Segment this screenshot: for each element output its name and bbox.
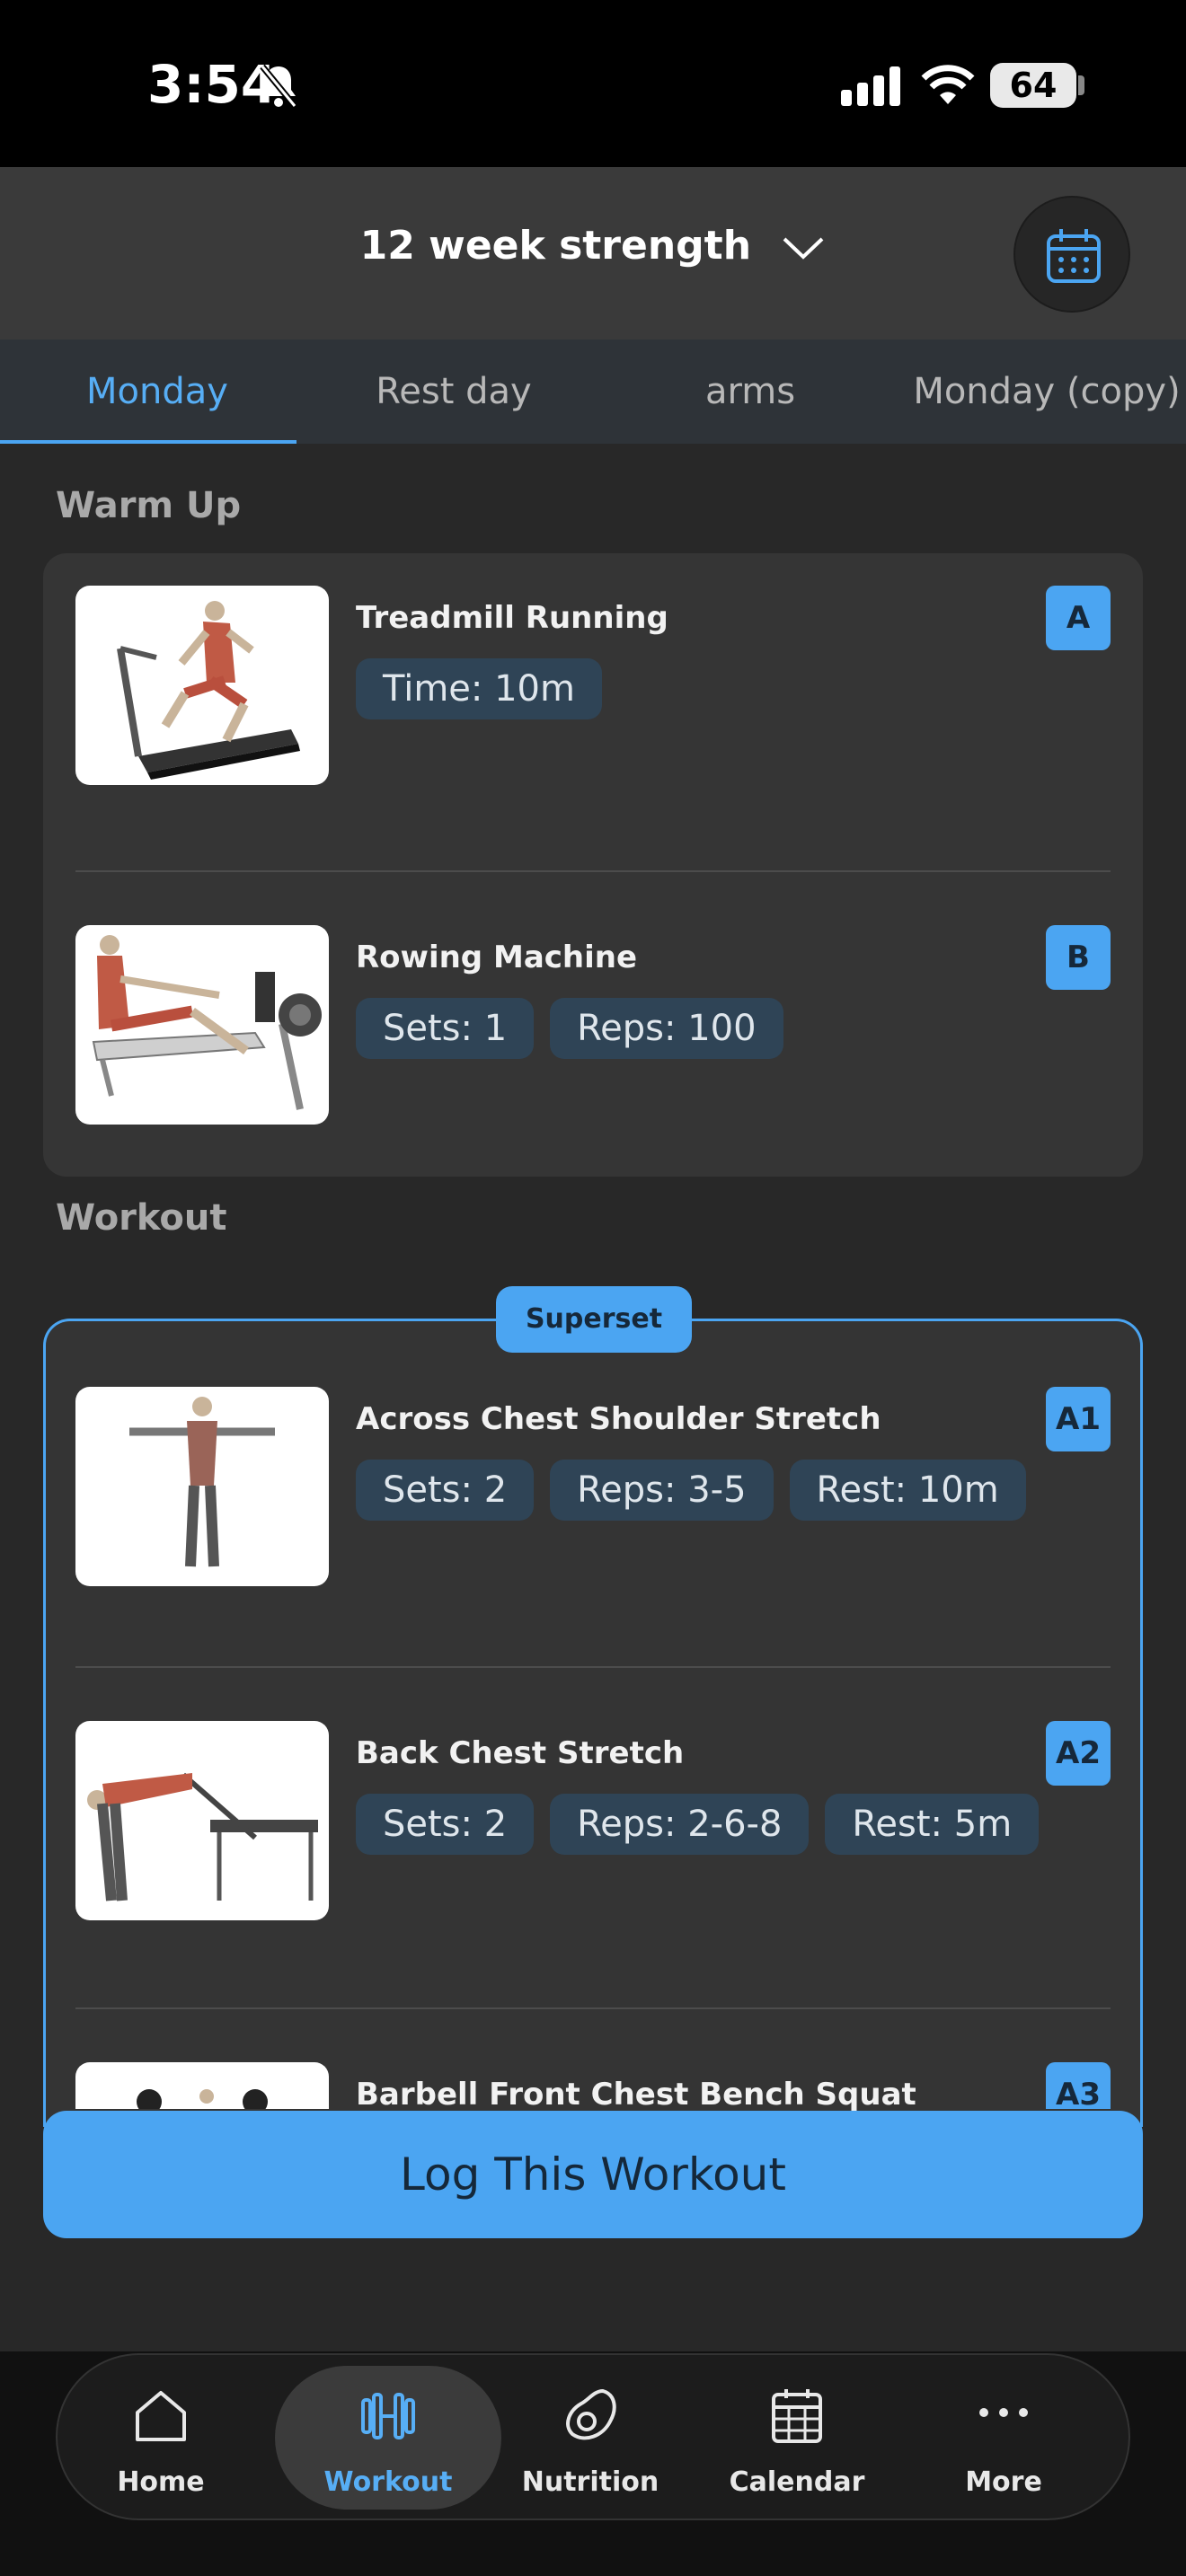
calendar-button[interactable] [1013, 196, 1130, 313]
status-time: 3:54 [147, 54, 278, 115]
active-tab-indicator [0, 440, 296, 444]
calendar-icon [1047, 229, 1101, 283]
exercise-name[interactable]: Treadmill Running [356, 600, 668, 636]
battery-level: 64 [990, 63, 1076, 108]
nav-label: Calendar [729, 2466, 865, 2498]
tab-monday[interactable]: Monday [0, 340, 314, 444]
wifi-icon [921, 65, 975, 104]
barbell-front-chest-bench-squat-image[interactable] [75, 2062, 329, 2109]
nav-more[interactable]: More [900, 2366, 1107, 2510]
status-bar: 3:54 64 [0, 0, 1186, 167]
exercise-letter-badge: A [1046, 586, 1111, 650]
barbell-squat-illustration [137, 2089, 268, 2109]
log-workout-button[interactable]: Log This Workout [43, 2111, 1143, 2238]
chest-stretch-illustration [87, 1772, 318, 1901]
exercise-chips: Sets: 2 Reps: 3-5 Rest: 10m [356, 1460, 1026, 1521]
tab-rest-day[interactable]: Rest day [296, 340, 611, 444]
bell-off-icon [260, 64, 297, 109]
program-title: 12 week strength [359, 223, 752, 269]
exercise-letter-badge: A3 [1046, 2062, 1111, 2113]
nav-label: Workout [323, 2466, 453, 2498]
nav-label: Home [117, 2466, 205, 2498]
sets-chip: Sets: 1 [356, 998, 535, 1059]
section-title-warmup: Warm Up [56, 485, 242, 526]
cellular-signal-icon [841, 66, 900, 106]
superset-badge: Superset [496, 1286, 692, 1353]
exercise-chips: Sets: 1 Reps: 100 [356, 998, 783, 1059]
divider [75, 870, 1111, 872]
across-chest-shoulder-stretch-image[interactable] [75, 1387, 329, 1586]
battery-nub [1078, 75, 1084, 95]
tab-arms[interactable]: arms [593, 340, 907, 444]
rest-chip: Rest: 10m [789, 1460, 1026, 1521]
sets-chip: Sets: 2 [356, 1460, 535, 1521]
rest-chip: Rest: 5m [825, 1794, 1040, 1855]
treadmill-illustration [117, 601, 300, 780]
sets-chip: Sets: 2 [356, 1794, 535, 1855]
exercise-letter-badge: B [1046, 925, 1111, 990]
exercise-letter-badge: A1 [1046, 1387, 1111, 1451]
tab-monday-copy[interactable]: Monday (copy) [890, 340, 1186, 444]
exercise-name[interactable]: Across Chest Shoulder Stretch [356, 1401, 881, 1437]
rowing-machine-illustration [92, 935, 322, 1110]
home-icon [136, 2391, 186, 2441]
program-selector[interactable]: 12 week strength [0, 223, 1186, 269]
divider [75, 2007, 1111, 2009]
dumbbell-icon [361, 2393, 415, 2439]
exercise-name[interactable]: Barbell Front Chest Bench Squat [356, 2077, 916, 2113]
shoulder-stretch-illustration [129, 1397, 275, 1567]
reps-chip: Reps: 2-6-8 [550, 1794, 810, 1855]
treadmill-running-image[interactable] [75, 586, 329, 785]
nav-label: Nutrition [521, 2466, 659, 2498]
exercise-chips: Time: 10m [356, 658, 602, 719]
divider [75, 1666, 1111, 1668]
bottom-nav: Home Workout Nutrition Calendar More [56, 2353, 1130, 2520]
reps-chip: Reps: 100 [550, 998, 783, 1059]
exercise-letter-badge: A2 [1046, 1721, 1111, 1786]
nav-home[interactable]: Home [58, 2366, 264, 2510]
avocado-icon [566, 2388, 616, 2440]
exercise-name[interactable]: Back Chest Stretch [356, 1735, 684, 1771]
nav-label: More [965, 2466, 1042, 2498]
more-icon [979, 2408, 1028, 2417]
section-title-workout: Workout [56, 1197, 227, 1239]
day-tabs: Monday Rest day arms Monday (copy) [0, 340, 1186, 444]
nav-calendar[interactable]: Calendar [694, 2366, 900, 2510]
chevron-down-icon [783, 237, 824, 260]
exercise-name[interactable]: Rowing Machine [356, 940, 637, 975]
back-chest-stretch-image[interactable] [75, 1721, 329, 1920]
reps-chip: Reps: 3-5 [550, 1460, 774, 1521]
nav-workout[interactable]: Workout [275, 2366, 501, 2510]
calendar-icon [772, 2389, 822, 2443]
header: 12 week strength [0, 167, 1186, 340]
time-chip: Time: 10m [356, 658, 602, 719]
nav-nutrition[interactable]: Nutrition [487, 2366, 694, 2510]
rowing-machine-image[interactable] [75, 925, 329, 1125]
exercise-chips: Sets: 2 Reps: 2-6-8 Rest: 5m [356, 1794, 1040, 1855]
